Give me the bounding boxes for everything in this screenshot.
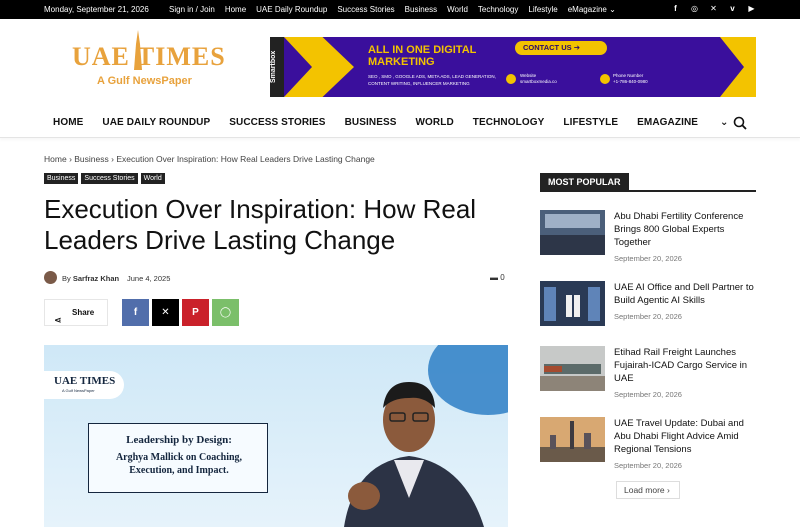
share-icon: ⋖ bbox=[54, 315, 62, 325]
top-bar: Monday, September 21, 2026 Sign in / Joi… bbox=[0, 0, 800, 19]
load-more-button[interactable]: Load more › bbox=[616, 481, 680, 499]
x-share-button[interactable]: ✕ bbox=[152, 299, 179, 326]
menu-technology[interactable]: TECHNOLOGY bbox=[473, 117, 545, 128]
breadcrumb: Home › Business › Execution Over Inspira… bbox=[44, 154, 375, 164]
share-button[interactable]: ⋖ Share bbox=[44, 299, 108, 326]
breadcrumb-current: Execution Over Inspiration: How Real Lea… bbox=[116, 154, 375, 164]
comments-count[interactable]: ▬ 0 bbox=[490, 273, 505, 282]
post-date: September 20, 2026 bbox=[614, 390, 682, 399]
ad-brand: Smartbox bbox=[270, 37, 284, 97]
top-nav-home[interactable]: Home bbox=[225, 5, 246, 14]
instagram-icon[interactable]: ◎ bbox=[690, 3, 699, 15]
post-thumbnail[interactable] bbox=[540, 210, 605, 255]
top-nav-lifestyle[interactable]: Lifestyle bbox=[528, 5, 557, 14]
search-icon[interactable] bbox=[733, 116, 747, 130]
top-nav-business[interactable]: Business bbox=[405, 5, 437, 14]
phone-icon bbox=[600, 74, 610, 84]
pinterest-share-button[interactable]: P bbox=[182, 299, 209, 326]
arrow-right-icon: ➔ bbox=[573, 43, 580, 52]
menu-business[interactable]: BUSINESS bbox=[345, 117, 397, 128]
ad-contact-button[interactable]: CONTACT US ➔ bbox=[515, 41, 607, 55]
ad-website: Website smartboxmedia.co bbox=[520, 73, 557, 84]
facebook-icon[interactable]: f bbox=[671, 3, 680, 15]
top-nav-success-stories[interactable]: Success Stories bbox=[337, 5, 394, 14]
facebook-share-button[interactable]: f bbox=[122, 299, 149, 326]
current-date: Monday, September 21, 2026 bbox=[44, 5, 149, 14]
whatsapp-share-button[interactable]: ◯ bbox=[212, 299, 239, 326]
post-title[interactable]: UAE AI Office and Dell Partner to Build … bbox=[614, 281, 756, 307]
person-illustration bbox=[344, 382, 484, 527]
most-popular-header: MOST POPULAR bbox=[540, 173, 756, 192]
ad-decoration bbox=[284, 37, 354, 97]
hero-caption-box: Leadership by Design: Arghya Mallick on … bbox=[88, 423, 268, 493]
post-date: September 20, 2026 bbox=[614, 312, 682, 321]
list-item[interactable]: Etihad Rail Freight Launches Fujairah-IC… bbox=[540, 346, 756, 406]
author-avatar[interactable] bbox=[44, 271, 57, 284]
top-nav: Sign in / Join Home UAE Daily Roundup Su… bbox=[169, 5, 616, 14]
logo-title: UAE TIMES bbox=[72, 42, 226, 71]
whatsapp-icon: ◯ bbox=[219, 307, 232, 318]
ad-phone: Phone Number +1-786-840-0980 bbox=[613, 73, 648, 84]
post-thumbnail[interactable] bbox=[540, 346, 605, 391]
advertisement-banner[interactable]: Smartbox ALL IN ONE DIGITAL MARKETING SEO… bbox=[270, 37, 756, 97]
list-item[interactable]: Abu Dhabi Fertility Conference Brings 80… bbox=[540, 210, 756, 270]
author-name[interactable]: Sarfraz Khan bbox=[73, 274, 119, 283]
chevron-down-icon: ⌄ bbox=[719, 117, 729, 128]
sign-in-link[interactable]: Sign in / Join bbox=[169, 5, 215, 14]
ad-headline: ALL IN ONE DIGITAL MARKETING bbox=[368, 44, 477, 68]
globe-icon bbox=[506, 74, 516, 84]
menu-world[interactable]: WORLD bbox=[416, 117, 454, 128]
ad-services: SEO , SMO , GOOGLE ADS, META ADS, LEAD G… bbox=[368, 74, 496, 86]
menu-success-stories[interactable]: SUCCESS STORIES bbox=[229, 117, 325, 128]
x-icon: ✕ bbox=[161, 307, 170, 318]
menu-home[interactable]: HOME bbox=[53, 117, 83, 128]
logo-tagline: A Gulf NewsPaper bbox=[97, 75, 192, 87]
post-title[interactable]: UAE Travel Update: Dubai and Abu Dhabi F… bbox=[614, 417, 756, 456]
x-icon[interactable]: ✕ bbox=[709, 3, 718, 15]
tag-success-stories[interactable]: Success Stories bbox=[81, 173, 138, 184]
post-thumbnail[interactable] bbox=[540, 281, 605, 326]
menu-emagazine[interactable]: EMAGAZINE ⌄ bbox=[637, 117, 747, 128]
breadcrumb-business[interactable]: Business bbox=[74, 154, 109, 164]
featured-image: UAE TIMES A Gulf NewsPaper Leadership by… bbox=[44, 345, 508, 527]
post-title[interactable]: Etihad Rail Freight Launches Fujairah-IC… bbox=[614, 346, 756, 385]
list-item[interactable]: UAE AI Office and Dell Partner to Build … bbox=[540, 281, 756, 336]
top-nav-world[interactable]: World bbox=[447, 5, 468, 14]
tag-world[interactable]: World bbox=[140, 173, 165, 184]
tower-icon bbox=[134, 30, 142, 70]
youtube-icon[interactable]: ▶ bbox=[747, 3, 756, 15]
article-date: June 4, 2025 bbox=[127, 274, 171, 283]
post-title[interactable]: Abu Dhabi Fertility Conference Brings 80… bbox=[614, 210, 756, 249]
hero-logo: UAE TIMES A Gulf NewsPaper bbox=[44, 371, 124, 399]
post-thumbnail[interactable] bbox=[540, 417, 605, 462]
breadcrumb-home[interactable]: Home bbox=[44, 154, 67, 164]
menu-lifestyle[interactable]: LIFESTYLE bbox=[563, 117, 618, 128]
chevron-right-icon: › bbox=[667, 485, 670, 495]
social-links: f ◎ ✕ v ▶ bbox=[671, 3, 756, 15]
author-byline: By Sarfraz Khan bbox=[62, 274, 120, 283]
chevron-down-icon: ⌄ bbox=[609, 5, 616, 14]
post-date: September 20, 2026 bbox=[614, 461, 682, 470]
post-date: September 20, 2026 bbox=[614, 254, 682, 263]
top-nav-emagazine[interactable]: eMagazine ⌄ bbox=[568, 5, 616, 14]
category-tags: Business Success Stories World bbox=[44, 173, 165, 184]
list-item[interactable]: UAE Travel Update: Dubai and Abu Dhabi F… bbox=[540, 417, 756, 477]
article-title: Execution Over Inspiration: How Real Lea… bbox=[44, 194, 477, 255]
site-logo[interactable]: UAE TIMES A Gulf NewsPaper bbox=[72, 30, 232, 98]
top-nav-technology[interactable]: Technology bbox=[478, 5, 518, 14]
pinterest-icon: P bbox=[192, 307, 199, 318]
main-menu: HOME UAE DAILY ROUNDUP SUCCESS STORIES B… bbox=[0, 110, 800, 138]
tag-business[interactable]: Business bbox=[44, 173, 79, 184]
share-bar: ⋖ Share f ✕ P ◯ bbox=[44, 299, 242, 326]
vimeo-icon[interactable]: v bbox=[728, 3, 737, 15]
ad-decoration bbox=[720, 37, 756, 97]
hero-subheading: Arghya Mallick on Coaching, Execution, an… bbox=[115, 452, 243, 476]
hero-heading: Leadership by Design: bbox=[126, 434, 232, 446]
comment-icon: ▬ bbox=[490, 273, 498, 282]
top-nav-uae-daily-roundup[interactable]: UAE Daily Roundup bbox=[256, 5, 327, 14]
menu-uae-daily-roundup[interactable]: UAE DAILY ROUNDUP bbox=[102, 117, 210, 128]
facebook-icon: f bbox=[133, 307, 138, 318]
